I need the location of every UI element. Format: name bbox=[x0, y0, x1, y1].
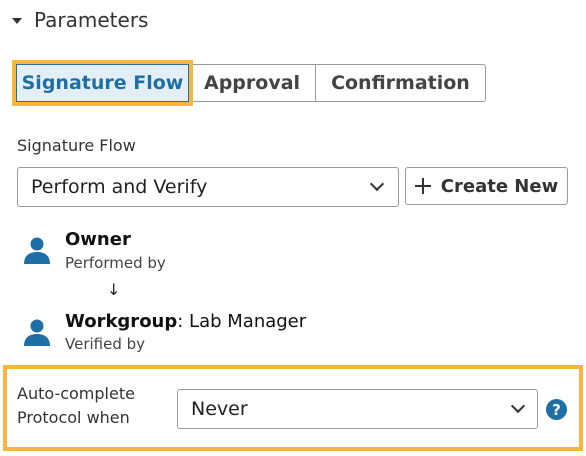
tab-signature-flow[interactable]: Signature Flow bbox=[12, 60, 193, 106]
step-workgroup-suffix: : Lab Manager bbox=[177, 311, 307, 332]
step-owner-role: Owner bbox=[65, 229, 131, 250]
signature-flow-select[interactable]: Perform and Verify bbox=[17, 167, 399, 207]
step-workgroup-title: Workgroup: Lab Manager bbox=[65, 311, 306, 332]
person-icon bbox=[24, 237, 50, 264]
section-title: Parameters bbox=[34, 8, 149, 32]
step-owner-title: Owner bbox=[65, 229, 131, 250]
tab-confirmation[interactable]: Confirmation bbox=[316, 64, 486, 102]
auto-complete-value: Never bbox=[191, 398, 248, 420]
plus-icon bbox=[414, 178, 431, 194]
person-icon bbox=[24, 319, 50, 346]
step-owner-subtitle: Performed by bbox=[65, 254, 166, 272]
caret-down-icon bbox=[12, 18, 22, 24]
auto-complete-label: Auto-complete Protocol when bbox=[17, 384, 135, 427]
signature-flow-label: Signature Flow bbox=[17, 136, 136, 155]
auto-complete-select[interactable]: Never bbox=[177, 389, 538, 429]
tab-approval[interactable]: Approval bbox=[189, 64, 317, 102]
chevron-down-icon bbox=[369, 176, 385, 192]
tab-bar: Signature Flow Approval Confirmation bbox=[12, 60, 486, 106]
step-workgroup-subtitle: Verified by bbox=[65, 335, 146, 353]
create-new-button[interactable]: Create New bbox=[405, 167, 568, 205]
help-icon[interactable]: ? bbox=[546, 399, 567, 420]
step-workgroup-role: Workgroup bbox=[65, 311, 178, 332]
signature-flow-value: Perform and Verify bbox=[31, 176, 208, 198]
create-new-label: Create New bbox=[440, 175, 559, 197]
chevron-down-icon bbox=[510, 398, 526, 414]
flow-down-arrow-icon: ↓ bbox=[107, 280, 121, 299]
parameters-section-toggle[interactable]: Parameters bbox=[12, 8, 148, 32]
